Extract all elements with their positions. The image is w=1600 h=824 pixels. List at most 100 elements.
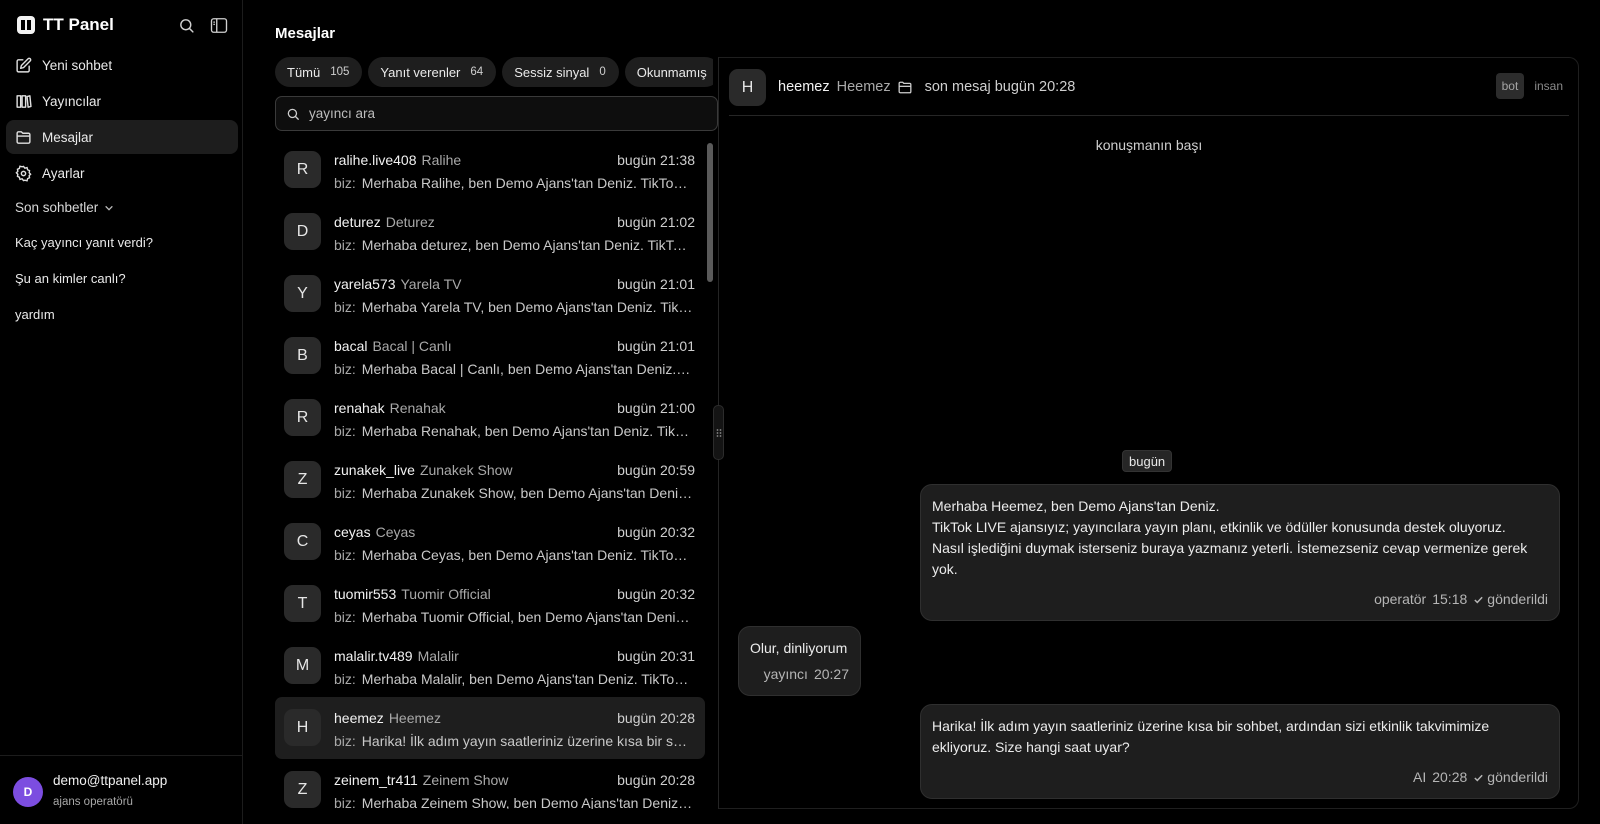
- conversation-row[interactable]: Cceyas Ceyas bugün 20:32 biz: Merhaba Ceyas,…: [275, 511, 705, 573]
- day-separator: bugün: [1122, 450, 1173, 472]
- page-title: Mesajlar: [275, 25, 336, 42]
- chat-title: heemez Heemez son mesaj bugün 20:28: [778, 79, 1075, 95]
- recent-chat-item[interactable]: Şu an kimler canlı?: [15, 260, 235, 296]
- conversation-row[interactable]: Bbacal Bacal | Canlı bugün 21:01 biz: Merhab…: [275, 325, 705, 387]
- avatar: M: [284, 647, 321, 684]
- recent-chat-item[interactable]: Kaç yayıncı yanıt verdi?: [15, 224, 235, 260]
- chip-count: 0: [599, 66, 606, 78]
- conversation-row[interactable]: Zzunakek_live Zunakek Show bugün 20:59 biz:…: [275, 449, 705, 511]
- folder-icon[interactable]: [898, 81, 912, 94]
- filter-chip-unread[interactable]: Okunmamış: [624, 57, 713, 87]
- search-icon: [287, 108, 299, 120]
- search-button[interactable]: [175, 14, 197, 36]
- row-preview-text: Merhaba Bacal | Canlı, ben Demo Ajans'ta…: [361, 361, 693, 377]
- avatar: Z: [284, 461, 321, 498]
- mode-bot-button[interactable]: bot: [1495, 73, 1525, 99]
- row-preview: biz: Merhaba Zeinem Show, ben Demo Ajans'…: [334, 795, 693, 809]
- avatar: B: [284, 337, 321, 374]
- message-meta: operatör 15:18 gönderildi: [932, 589, 1548, 610]
- streamer-handle: bacal: [334, 338, 368, 354]
- message-time: 15:18: [1432, 591, 1468, 607]
- conversation-row[interactable]: Rralihe.live408 Ralihe bugün 21:38 biz: Merh…: [275, 139, 705, 201]
- message-text: Merhaba Heemez, ben Demo Ajans'tan Deniz…: [932, 498, 1220, 514]
- streamer-handle: renahak: [334, 400, 385, 416]
- conversation-list: Rralihe.live408 Ralihe bugün 21:38 biz: Merh…: [275, 139, 705, 809]
- avatar: R: [284, 399, 321, 436]
- row-preview-text: Merhaba deturez, ben Demo Ajans'tan Deni…: [361, 237, 693, 253]
- conversation-row[interactable]: Ddeturez Deturez bugün 21:02 biz: Merhaba de…: [275, 201, 705, 263]
- avatar: D: [284, 213, 321, 250]
- filter-chip-replied[interactable]: Yanıt verenler 64: [368, 57, 497, 87]
- scroll-thumb[interactable]: [707, 143, 713, 282]
- list-scrollbar[interactable]: [706, 139, 714, 809]
- conversation-start-label: konuşmanın başı: [1095, 137, 1203, 153]
- row-timestamp: bugün 21:00: [617, 400, 695, 416]
- streamer-name: Zunakek Show: [419, 462, 513, 478]
- row-preview: biz: Merhaba Zunakek Show, ben Demo Ajans…: [334, 485, 693, 501]
- avatar: C: [284, 523, 321, 560]
- row-title: ceyas Ceyas: [334, 524, 415, 540]
- streamer-handle: tuomir553: [334, 586, 397, 602]
- streamer-handle: yarela573: [334, 276, 396, 292]
- row-title: renahak Renahak: [334, 400, 446, 416]
- row-preview: biz: Merhaba Tuomir Official, ben Demo Aj…: [334, 609, 693, 625]
- toggle-sidebar-button[interactable]: [208, 14, 230, 36]
- message-meta: AI 20:28 gönderildi: [932, 767, 1548, 788]
- conversation-row[interactable]: Hheemez Heemez bugün 20:28 biz: Harika! İlk …: [275, 697, 705, 759]
- brand[interactable]: TT Panel: [17, 13, 114, 37]
- row-prefix: biz:: [334, 175, 356, 191]
- user-account[interactable]: D demo@ttpanel.app ajans operatörü: [0, 755, 243, 824]
- check-icon: [1474, 774, 1483, 782]
- nav-item-streamers[interactable]: Yayıncılar: [6, 84, 238, 118]
- nav-item-settings[interactable]: Ayarlar: [6, 156, 238, 190]
- recent-chats-toggle[interactable]: Son sohbetler: [15, 200, 114, 215]
- row-preview-text: Merhaba Malalir, ben Demo Ajans'tan Deni…: [361, 671, 693, 687]
- user-role: ajans operatörü: [53, 796, 133, 808]
- user-email: demo@ttpanel.app: [53, 773, 168, 788]
- row-prefix: biz:: [334, 733, 356, 749]
- nav-label: Yayıncılar: [42, 93, 102, 109]
- row-timestamp: bugün 20:28: [617, 772, 695, 788]
- avatar: H: [284, 709, 321, 746]
- nav-item-new-chat[interactable]: Yeni sohbet: [6, 48, 238, 82]
- nav-item-messages[interactable]: Mesajlar: [6, 120, 238, 154]
- recent-chats-title: Son sohbetler: [15, 200, 99, 215]
- row-timestamp: bugün 21:38: [617, 152, 695, 168]
- filter-chip-silent[interactable]: Sessiz sinyal 0: [502, 57, 619, 87]
- row-prefix: biz:: [334, 361, 356, 377]
- nav-label: Ayarlar: [42, 165, 85, 181]
- conversation-row[interactable]: Rrenahak Renahak bugün 21:00 biz: Merhaba Re…: [275, 387, 705, 449]
- conversation-row[interactable]: Zzeinem_tr411 Zeinem Show bugün 20:28 biz: M…: [275, 759, 705, 809]
- check-icon: [1474, 596, 1483, 604]
- row-preview: biz: Merhaba Malalir, ben Demo Ajans'tan …: [334, 671, 693, 687]
- mode-human-button[interactable]: insan: [1528, 73, 1569, 99]
- sidebar: TT Panel Yeni sohbet Yayıncılar Mesajlar…: [0, 0, 243, 824]
- chat-handle: heemez: [778, 79, 830, 95]
- filter-chip-all[interactable]: Tümü 105: [275, 57, 363, 87]
- streamer-handle: heemez: [334, 710, 384, 726]
- streamer-handle: zeinem_tr411: [334, 772, 418, 788]
- row-title: ralihe.live408 Ralihe: [334, 152, 461, 168]
- chat-header: H heemez Heemez son mesaj bugün 20:28 bo…: [729, 58, 1569, 116]
- row-title: zunakek_live Zunakek Show: [334, 462, 513, 478]
- nav-label: Yeni sohbet: [42, 57, 113, 73]
- row-title: deturez Deturez: [334, 214, 435, 230]
- row-timestamp: bugün 20:31: [617, 648, 695, 664]
- search-input[interactable]: [309, 106, 689, 121]
- avatar: T: [284, 585, 321, 622]
- row-timestamp: bugün 21:01: [617, 338, 695, 354]
- message-bubble-outgoing: Harika! İlk adım yayın saatleriniz üzeri…: [920, 704, 1560, 799]
- row-preview-text: Merhaba Ceyas, ben Demo Ajans'tan Deniz.…: [361, 547, 693, 563]
- streamer-name: Yarela TV: [400, 276, 462, 292]
- edit-icon: [16, 57, 32, 73]
- conversation-row[interactable]: Yyarela573 Yarela TV bugün 21:01 biz: Merhab…: [275, 263, 705, 325]
- message-sender: yayıncı: [763, 666, 808, 682]
- conversation-row[interactable]: Mmalalir.tv489 Malalir bugün 20:31 biz: Merh…: [275, 635, 705, 697]
- recent-chat-item[interactable]: yardım: [15, 296, 235, 332]
- avatar: R: [284, 151, 321, 188]
- row-title: heemez Heemez: [334, 710, 441, 726]
- row-preview: biz: Merhaba Ralihe, ben Demo Ajans'tan D…: [334, 175, 693, 191]
- conversation-row[interactable]: Ttuomir553 Tuomir Official bugün 20:32 biz:…: [275, 573, 705, 635]
- streamer-handle: deturez: [334, 214, 381, 230]
- search-icon: [179, 18, 194, 33]
